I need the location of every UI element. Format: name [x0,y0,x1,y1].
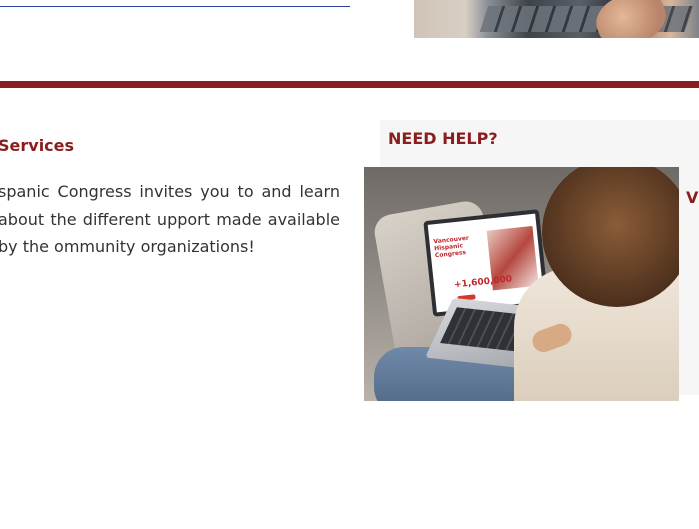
help-photo: Vancouver Hispanic Congress +1,600,000 [364,167,679,401]
top-laptop-photo [414,0,699,38]
section-divider [0,81,699,88]
services-description: spanic Congress invites you to and learn… [0,182,340,256]
need-help-heading: NEED HELP? [388,129,498,148]
help-side-text: V [686,188,699,207]
screen-title: Vancouver Hispanic Congress [433,234,470,260]
top-link-underline[interactable] [0,6,350,7]
services-heading: Services [0,136,75,155]
